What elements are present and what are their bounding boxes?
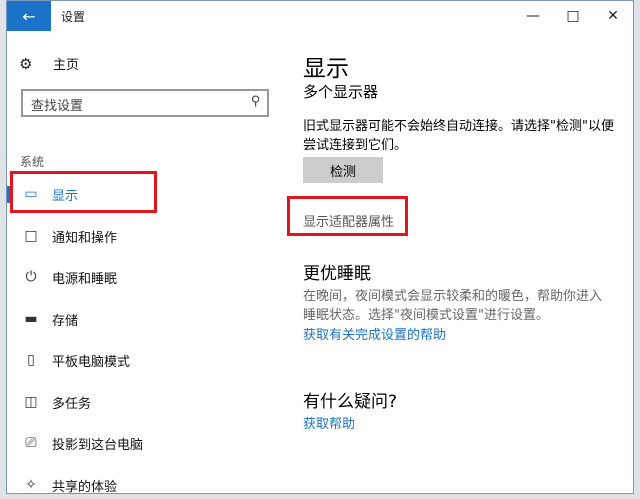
- maximize-icon: □: [566, 8, 580, 24]
- arrow-left-icon: ←: [22, 6, 36, 26]
- home-link[interactable]: ⚙ 主页: [19, 54, 80, 74]
- home-label: 主页: [53, 58, 80, 73]
- window-title: 设置: [61, 10, 86, 24]
- detect-button[interactable]: 检测: [303, 157, 383, 183]
- night-light-heading: 更优睡眠: [303, 264, 371, 284]
- sidebar-item-share[interactable]: ✧ 共享的体验: [7, 468, 271, 494]
- detect-description: 旧式显示器可能不会始终自动连接。请选择"检测"以便尝试连接到它们。: [303, 119, 614, 153]
- multi-display-heading: 多个显示器: [303, 83, 379, 101]
- sidebar-item-label: 电源和睡眠: [52, 271, 118, 287]
- close-icon: ✕: [607, 8, 619, 24]
- notification-icon: □: [24, 228, 38, 244]
- night-light-description: 在晚间，夜间模式会显示较柔和的暖色，帮助你进入睡眠状态。选择"夜间模式设置"进行…: [303, 289, 603, 323]
- night-light-help-link[interactable]: 获取有关完成设置的帮助: [303, 326, 446, 345]
- storage-icon: ▬: [24, 311, 38, 327]
- project-icon: ⎚: [25, 435, 37, 451]
- section-label: 系统: [20, 155, 45, 169]
- sidebar-item-label: 存储: [52, 313, 79, 329]
- maximize-button[interactable]: □: [553, 1, 593, 31]
- question-heading: 有什么疑问?: [303, 392, 398, 412]
- close-button[interactable]: ✕: [593, 1, 633, 31]
- sidebar-item-label: 共享的体验: [52, 479, 118, 494]
- minimize-icon: —: [526, 8, 540, 24]
- minimize-button[interactable]: —: [513, 1, 553, 31]
- sidebar-item-project[interactable]: ⎚ 投影到这台电脑: [7, 426, 271, 460]
- back-button[interactable]: ←: [7, 1, 51, 31]
- gear-icon: ⚙: [19, 54, 33, 73]
- tablet-icon: ▯: [27, 352, 35, 368]
- power-icon: ⏻: [25, 269, 37, 285]
- sidebar-item-power[interactable]: ⏻ 电源和睡眠: [7, 260, 271, 294]
- sidebar-item-label: 通知和操作: [52, 230, 118, 246]
- get-help-link[interactable]: 获取帮助: [303, 415, 355, 434]
- sidebar-item-label: 多任务: [52, 396, 92, 412]
- title-bar: ← 设置 — □ ✕: [7, 1, 633, 31]
- sidebar-item-label: 平板电脑模式: [52, 354, 131, 370]
- highlight-box-display: [10, 171, 157, 213]
- highlight-box-adapter: [287, 196, 408, 236]
- sidebar-item-tablet[interactable]: ▯ 平板电脑模式: [7, 343, 271, 377]
- search-placeholder: 查找设置: [31, 99, 84, 114]
- sidebar-item-multitask[interactable]: ◫ 多任务: [7, 385, 271, 419]
- page-title: 显示: [303, 56, 349, 82]
- multitask-icon: ◫: [24, 394, 38, 410]
- search-icon: ⚲: [251, 94, 261, 109]
- sidebar-item-notifications[interactable]: □ 通知和操作: [7, 219, 271, 253]
- sidebar-item-label: 投影到这台电脑: [52, 437, 144, 453]
- search-input[interactable]: 查找设置 ⚲: [21, 89, 269, 117]
- share-icon: ✧: [25, 477, 37, 493]
- sidebar-item-storage[interactable]: ▬ 存储: [7, 302, 271, 336]
- sidebar: ⚙ 主页 查找设置 ⚲ 系统 ▭ 显示 □ 通知和操作 ⏻ 电源和睡眠 ▬ 存储…: [7, 31, 271, 494]
- settings-window: ← 设置 — □ ✕ ⚙ 主页 查找设置 ⚲ 系统 ▭ 显示 □ 通知和操作 ⏻…: [6, 0, 634, 494]
